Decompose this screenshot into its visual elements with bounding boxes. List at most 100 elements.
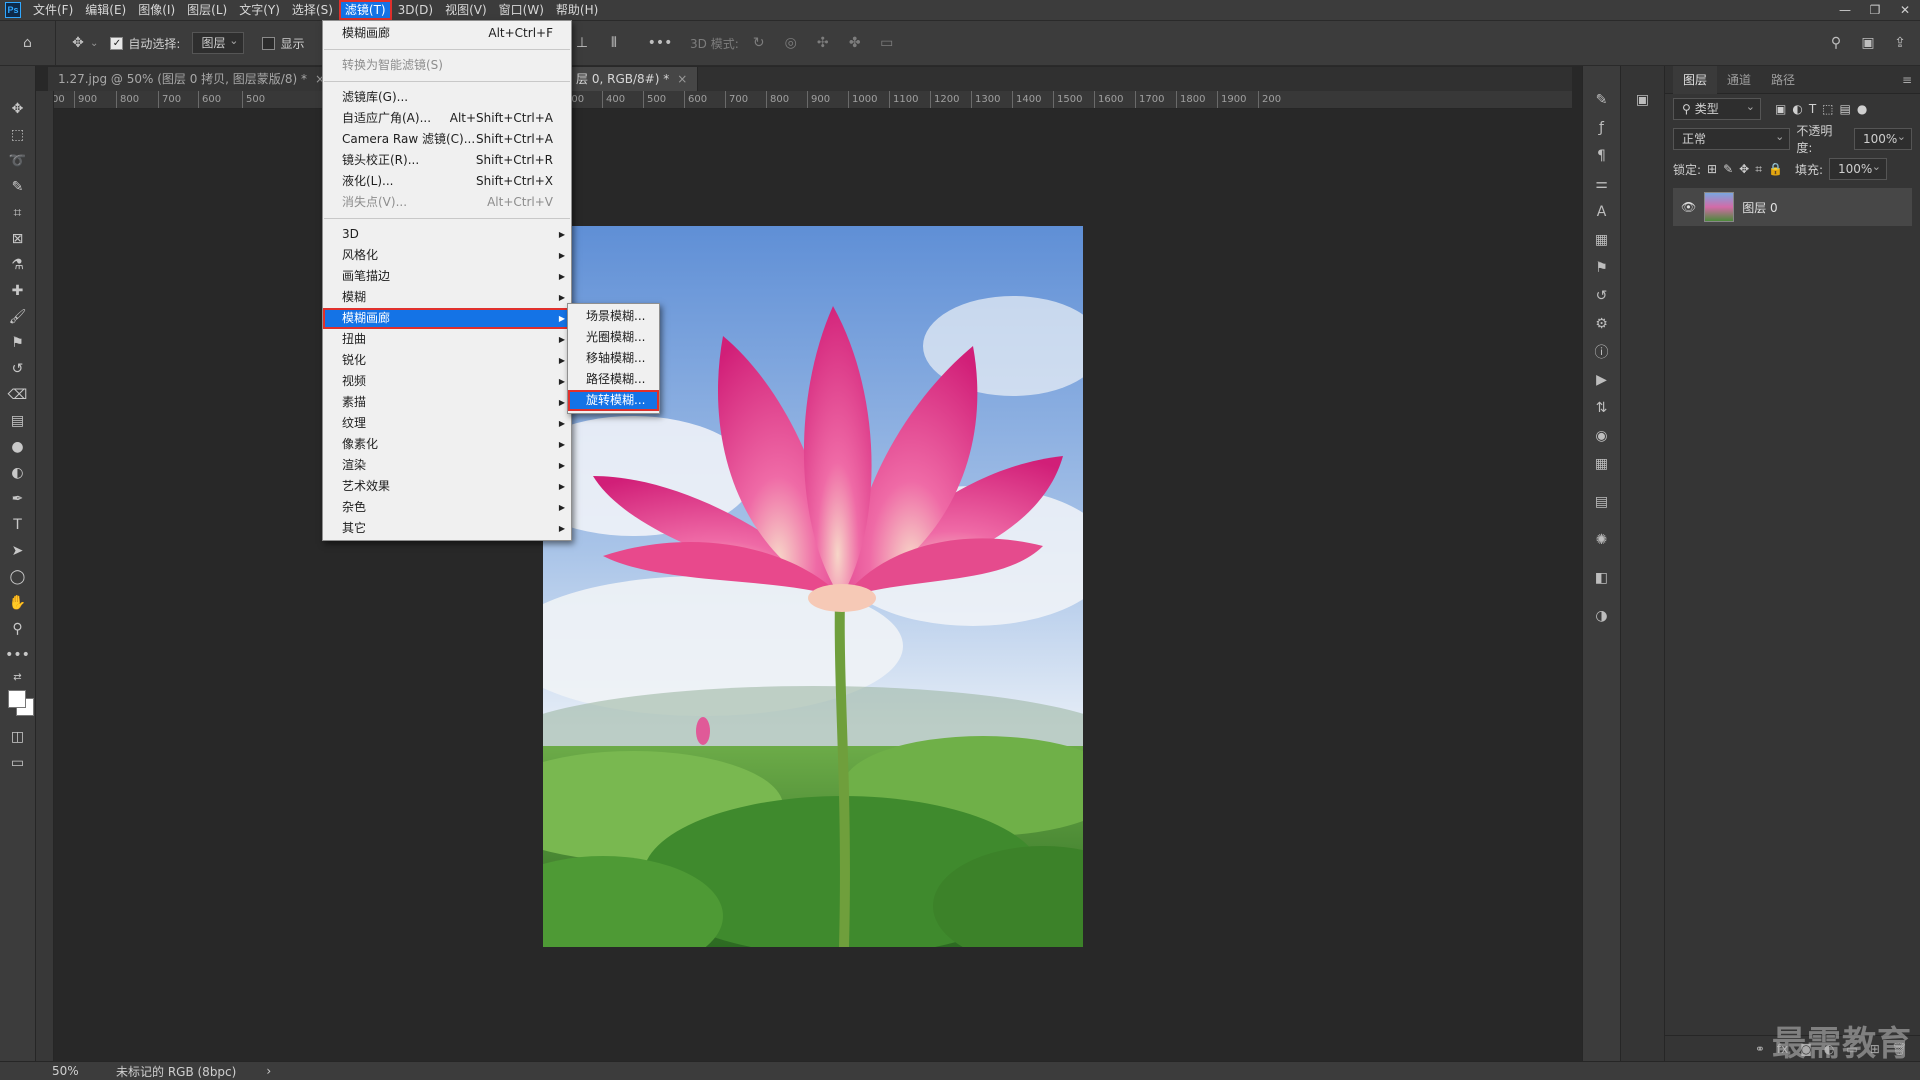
distribute-icon[interactable]: ⫴: [602, 31, 626, 55]
menu-file[interactable]: 文件(F): [27, 0, 79, 20]
menu-select[interactable]: 选择(S): [286, 0, 339, 20]
link-layers-icon[interactable]: ⚭: [1755, 1042, 1765, 1056]
actions-icon[interactable]: ▶: [1588, 366, 1616, 394]
status-arrow-icon[interactable]: ›: [266, 1064, 271, 1078]
restore-button[interactable]: ❐: [1860, 0, 1890, 20]
panel-menu-icon[interactable]: ≡: [1902, 73, 1912, 87]
properties-icon[interactable]: ⚙: [1588, 310, 1616, 338]
3d-icon[interactable]: ◉: [1588, 422, 1616, 450]
timeline-icon[interactable]: ✺: [1588, 526, 1616, 554]
workspace-icon[interactable]: ▣: [1856, 31, 1880, 55]
screen-mode-icon[interactable]: ▭: [4, 750, 32, 776]
filter-menu-item[interactable]: 模糊画廊 Alt+Ctrl+F: [323, 23, 571, 44]
blur-gallery-item[interactable]: 移轴模糊...: [568, 348, 659, 369]
styles-icon[interactable]: ƒ: [1588, 114, 1616, 142]
fill-input[interactable]: 100%: [1829, 157, 1887, 180]
auto-select-checkbox[interactable]: ✓: [110, 36, 124, 50]
clone-source-icon[interactable]: ⚑: [1588, 254, 1616, 282]
tab-channels[interactable]: 通道: [1717, 66, 1761, 94]
filter-menu-item[interactable]: 渲染: [323, 455, 571, 476]
blend-mode-dropdown[interactable]: 正常: [1673, 127, 1791, 150]
3d-slide-icon[interactable]: ✤: [843, 31, 867, 55]
blur-gallery-item[interactable]: 路径模糊...: [568, 369, 659, 390]
3d-orbit-icon[interactable]: ↻: [747, 31, 771, 55]
filter-menu-item[interactable]: 艺术效果: [323, 476, 571, 497]
filter-menu-item[interactable]: 纹理: [323, 413, 571, 434]
channels-icon[interactable]: ⇅: [1588, 394, 1616, 422]
filter-menu-item[interactable]: 画笔描边: [323, 266, 571, 287]
filter-menu-item[interactable]: Camera Raw 滤镜(C)... Shift+Ctrl+A: [323, 129, 571, 150]
move-tool-icon[interactable]: ✥: [4, 96, 32, 122]
filter-menu-item[interactable]: 视频: [323, 371, 571, 392]
blur-gallery-item[interactable]: 光圈模糊...: [568, 327, 659, 348]
healing-brush-icon[interactable]: ✚: [4, 278, 32, 304]
stamp-tool-icon[interactable]: ⚑: [4, 330, 32, 356]
zoom-level[interactable]: 50%: [52, 1064, 112, 1078]
marquee-tool-icon[interactable]: ⬚: [4, 122, 32, 148]
pen-tool-icon[interactable]: ✒: [4, 486, 32, 512]
swap-colors-icon[interactable]: ⇄: [4, 668, 32, 686]
menu-image[interactable]: 图像(I): [132, 0, 181, 20]
filter-pixel-icon[interactable]: ▣: [1775, 102, 1786, 116]
hand-tool-icon[interactable]: ✋: [4, 590, 32, 616]
opacity-input[interactable]: 100%: [1854, 127, 1912, 150]
3d-scale-icon[interactable]: ▭: [875, 31, 899, 55]
3d-roll-icon[interactable]: ◎: [779, 31, 803, 55]
tab-layers[interactable]: 图层: [1673, 65, 1718, 94]
color-swatches[interactable]: [4, 686, 34, 716]
paragraph-icon[interactable]: ¶: [1588, 142, 1616, 170]
lock-image-icon[interactable]: ✎: [1723, 162, 1733, 176]
crop-tool-icon[interactable]: ⌗: [4, 200, 32, 226]
filter-menu-item[interactable]: 自适应广角(A)... Alt+Shift+Ctrl+A: [323, 108, 571, 129]
move-tool-icon[interactable]: ✥: [66, 31, 90, 55]
filter-menu-item[interactable]: 滤镜库(G)...: [323, 87, 571, 108]
edit-toolbar-icon[interactable]: •••: [4, 642, 32, 668]
home-icon[interactable]: ⌂: [16, 31, 40, 55]
blur-gallery-item[interactable]: 旋转模糊...: [568, 390, 659, 411]
swatches-panel-icon[interactable]: ▣: [1629, 86, 1657, 114]
libraries-icon[interactable]: ◧: [1588, 564, 1616, 592]
menu-window[interactable]: 窗口(W): [493, 0, 550, 20]
filter-menu-item[interactable]: 风格化: [323, 245, 571, 266]
brush-settings-icon[interactable]: ✎: [1588, 86, 1616, 114]
info-icon[interactable]: ⓘ: [1588, 338, 1616, 366]
filter-smart-icon[interactable]: ▤: [1840, 102, 1851, 116]
layer-filter-dropdown[interactable]: ⚲ 类型: [1673, 97, 1761, 120]
filter-menu-item[interactable]: 素描: [323, 392, 571, 413]
filter-menu-item[interactable]: 液化(L)... Shift+Ctrl+X: [323, 171, 571, 192]
lock-position-icon[interactable]: ✥: [1739, 162, 1749, 176]
filter-menu-item[interactable]: 模糊: [323, 287, 571, 308]
table-icon[interactable]: ▦: [1588, 450, 1616, 478]
brush-tool-icon[interactable]: 🖌: [4, 304, 32, 330]
filter-menu-item[interactable]: 镜头校正(R)... Shift+Ctrl+R: [323, 150, 571, 171]
chevron-down-icon[interactable]: ⌄: [90, 38, 98, 49]
filter-adjustment-icon[interactable]: ◐: [1792, 102, 1802, 116]
notes-icon[interactable]: ▤: [1588, 488, 1616, 516]
menu-help[interactable]: 帮助(H): [550, 0, 604, 20]
quick-mask-icon[interactable]: ◫: [4, 724, 32, 750]
tab-paths[interactable]: 路径: [1761, 66, 1805, 94]
filter-menu-item[interactable]: 3D: [323, 224, 571, 245]
menu-filter[interactable]: 滤镜(T): [338, 0, 392, 20]
blur-tool-icon[interactable]: ●: [4, 434, 32, 460]
search-icon[interactable]: ⚲: [1824, 31, 1848, 55]
close-window-button[interactable]: ✕: [1890, 0, 1920, 20]
filter-menu-item[interactable]: 模糊画廊: [323, 308, 571, 329]
history-brush-icon[interactable]: ↺: [4, 356, 32, 382]
minimize-button[interactable]: —: [1830, 0, 1860, 20]
lasso-tool-icon[interactable]: ➰: [4, 148, 32, 174]
filter-toggle-icon[interactable]: ●: [1857, 102, 1867, 116]
gradient-tool-icon[interactable]: ▤: [4, 408, 32, 434]
filter-menu-item[interactable]: 其它: [323, 518, 571, 539]
3d-pan-icon[interactable]: ✣: [811, 31, 835, 55]
lock-all-icon[interactable]: 🔒: [1768, 162, 1783, 176]
path-select-tool-icon[interactable]: ➤: [4, 538, 32, 564]
history-icon[interactable]: ↺: [1588, 282, 1616, 310]
type-tool-icon[interactable]: T: [4, 512, 32, 538]
tab-document-1[interactable]: 1.27.jpg @ 50% (图层 0 拷贝, 图层蒙版/8) * ×: [48, 67, 337, 91]
filter-type-icon[interactable]: T: [1809, 102, 1816, 116]
menu-layer[interactable]: 图层(L): [181, 0, 233, 20]
eyedropper-tool-icon[interactable]: ⚗: [4, 252, 32, 278]
adjustments-icon[interactable]: ⚌: [1588, 170, 1616, 198]
align-bottom-icon[interactable]: ⊥: [570, 31, 594, 55]
